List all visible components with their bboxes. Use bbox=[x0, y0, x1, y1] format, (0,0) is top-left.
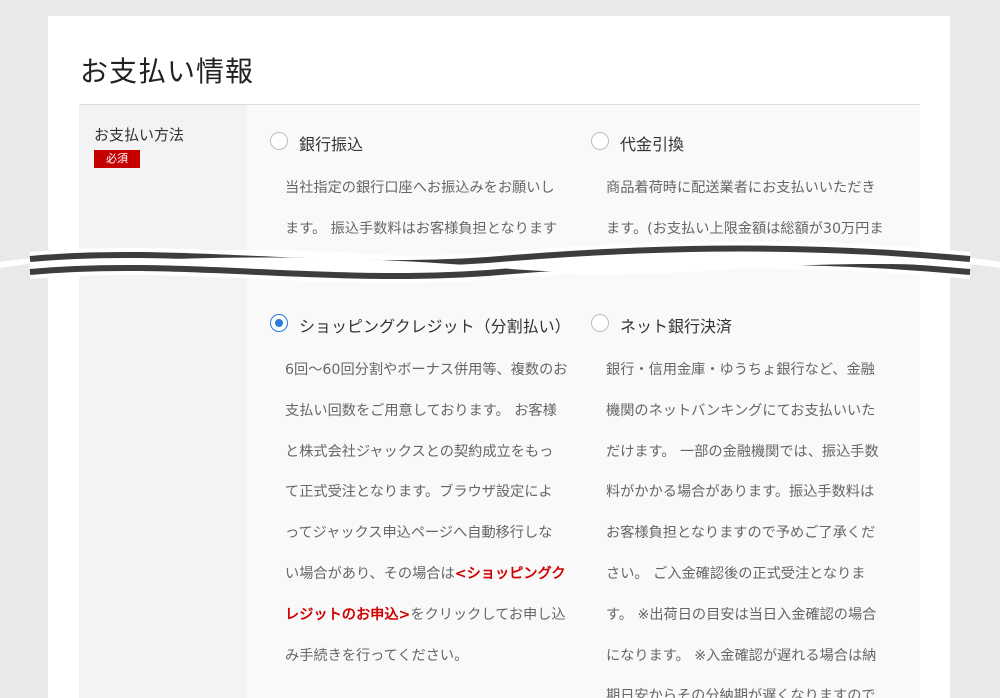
option-title-bank-transfer: 銀行振込 bbox=[299, 135, 364, 154]
shopping-credit-apply-link-cont[interactable]: レジットのお申込> bbox=[285, 607, 410, 623]
content-break-wave bbox=[0, 241, 1000, 284]
desc-line: 期日安からその分納期が遅くなりますので bbox=[606, 688, 876, 698]
desc-line: 機関のネットバンキングにてお支払いいた bbox=[606, 402, 876, 419]
radio-option-bank-transfer[interactable]: 銀行振込 bbox=[270, 132, 570, 154]
desc-line: 支払い回数をご用意しております。 お客様 bbox=[285, 402, 557, 419]
desc-line: い場合があり、その場合は<ショッピングク bbox=[285, 554, 585, 595]
radio-shopping-credit[interactable] bbox=[270, 314, 288, 332]
desc-line: レジットのお申込>をクリックしてお申し込 bbox=[285, 595, 585, 636]
required-badge: 必須 bbox=[94, 150, 140, 168]
desc-line: だけます。 一部の金融機関では、振込手数 bbox=[606, 443, 879, 460]
desc-text: をクリックしてお申し込 bbox=[410, 606, 566, 623]
shopping-credit-apply-link[interactable]: <ショッピングク bbox=[455, 566, 566, 582]
option-title-cod: 代金引換 bbox=[620, 135, 685, 154]
desc-line: になります。 ※入金確認が遅れる場合は納 bbox=[606, 647, 877, 664]
radio-cod[interactable] bbox=[591, 132, 609, 150]
desc-line: ってジャックス申込ページへ自動移行しな bbox=[285, 525, 553, 542]
page-title: お支払い情報 bbox=[80, 55, 255, 88]
desc-line: お客様負担となりますので予めご了承くだ bbox=[606, 525, 876, 542]
label-column bbox=[79, 105, 247, 698]
desc-line: み手続きを行ってください。 bbox=[285, 647, 469, 664]
radio-option-shopping-credit[interactable]: ショッピングクレジット（分割払い） bbox=[270, 314, 590, 336]
option-title-net-bank: ネット銀行決済 bbox=[620, 317, 733, 336]
payment-card: お支払い情報 お支払い方法 必須 銀行振込 当社指定の銀行口座へお振込みをお願い… bbox=[48, 16, 950, 698]
desc-text: い場合があり、その場合は bbox=[285, 565, 455, 582]
radio-option-cod[interactable]: 代金引換 bbox=[591, 132, 891, 154]
desc-line: 銀行・信用金庫・ゆうちょ銀行など、金融 bbox=[606, 362, 875, 378]
radio-net-bank[interactable] bbox=[591, 314, 609, 332]
desc-line: 6回～60回分割やボーナス併用等、複数のお bbox=[285, 362, 568, 378]
desc-line: 商品着荷時に配送業者にお支払いいただき bbox=[606, 180, 876, 196]
desc-line: 料がかかる場合があります。振込手数料は bbox=[606, 484, 875, 501]
option-desc-net-bank: 銀行・信用金庫・ゆうちょ銀行など、金融 機関のネットバンキングにてお支払いいた … bbox=[606, 350, 906, 698]
field-label-payment-method: お支払い方法 bbox=[94, 126, 185, 144]
desc-line: 当社指定の銀行口座へお振込みをお願いし bbox=[285, 180, 555, 196]
radio-bank-transfer[interactable] bbox=[270, 132, 288, 150]
option-title-shopping-credit: ショッピングクレジット（分割払い） bbox=[299, 317, 571, 336]
radio-option-net-bank[interactable]: ネット銀行決済 bbox=[591, 314, 891, 336]
desc-line: て正式受注となります。ブラウザ設定によ bbox=[285, 484, 553, 501]
desc-line: さい。 ご入金確認後の正式受注となりま bbox=[606, 565, 866, 582]
desc-line: す。 ※出荷日の目安は当日入金確認の場合 bbox=[606, 606, 877, 623]
option-desc-shopping-credit: 6回～60回分割やボーナス併用等、複数のお 支払い回数をご用意しております。 お… bbox=[285, 350, 585, 676]
desc-line: と株式会社ジャックスとの契約成立をもっ bbox=[285, 443, 554, 460]
